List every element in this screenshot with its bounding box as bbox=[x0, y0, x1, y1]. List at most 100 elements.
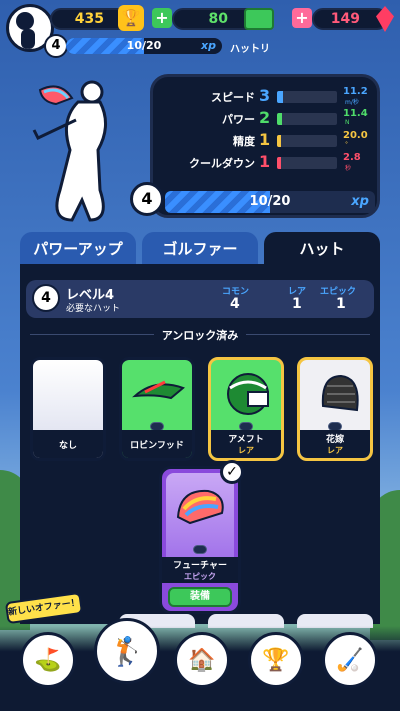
stats-xp-text: 10/20 bbox=[249, 194, 291, 209]
cash-icon bbox=[244, 8, 274, 30]
level-info-badge: 4 bbox=[32, 284, 60, 312]
trophy-icon: 🏆 bbox=[118, 5, 144, 31]
stat-unit: N bbox=[345, 119, 350, 126]
hat-name: ロビンフッド bbox=[130, 440, 184, 451]
unlocked-label: アンロック済み bbox=[0, 327, 400, 343]
hat-card-footer: 花嫁 レア bbox=[300, 430, 370, 458]
hat-card-bride[interactable]: 花嫁 レア bbox=[297, 357, 373, 461]
header-xp-bar: 10/20 xp bbox=[66, 38, 222, 54]
house-icon: 🏠 bbox=[188, 647, 216, 673]
level-info-subtitle: 必要なハット bbox=[66, 304, 121, 314]
hat-rarity: レア bbox=[327, 446, 343, 455]
stat-bar-fill bbox=[277, 135, 281, 147]
rainbow-cap-icon bbox=[176, 489, 224, 525]
hat-card-footer: アメフト レア bbox=[211, 430, 281, 458]
bride-veil-icon bbox=[321, 374, 359, 412]
hat-card-football[interactable]: アメフト レア bbox=[208, 357, 284, 461]
common-count: 4 bbox=[230, 296, 240, 312]
stat-max: 11.4 bbox=[343, 108, 368, 119]
hat-rarity: レア bbox=[238, 446, 254, 455]
level-info-row: 4 レベル4 必要なハット コモン 4 レア 1 エピック 1 bbox=[26, 280, 374, 318]
stat-label: クールダウン bbox=[189, 157, 255, 170]
tab-powerup[interactable]: パワーアップ bbox=[20, 232, 136, 264]
selected-hat-footer: フューチャー エピック bbox=[162, 557, 238, 583]
selected-hat-card[interactable]: フューチャー エピック 装備 bbox=[159, 466, 241, 614]
stat-unit: ° bbox=[345, 141, 348, 148]
stats-xp-bar: 10/20 xp bbox=[165, 191, 375, 213]
stat-bar bbox=[277, 113, 337, 125]
stat-value: 1 bbox=[259, 130, 271, 149]
selected-hat-name: フューチャー bbox=[173, 561, 227, 571]
nav-trophies[interactable]: 🏆 bbox=[248, 632, 304, 688]
new-offer-label: 新しいオファー！ bbox=[7, 598, 81, 618]
rare-count: 1 bbox=[292, 296, 302, 312]
nav-clubs[interactable]: 🏑 bbox=[322, 632, 378, 688]
stats-panel: スピード 3 11.2 m/秒パワー 2 11.4 N 精度 1 20.0 ° クールダウン 1 2.8 秒… bbox=[150, 74, 380, 218]
selected-hat-rarity: エピック bbox=[184, 572, 216, 581]
hat-screen: 435 🏆 + 80 + 149 4 10/20 xp ハットリ スピード 3 11… bbox=[0, 0, 400, 711]
stat-row: クールダウン 1 2.8 秒 bbox=[153, 152, 383, 173]
header-xp-text: 10/20 bbox=[126, 39, 162, 52]
player-name: ハットリ bbox=[230, 44, 270, 55]
nav-clubhouse[interactable]: 🏠 bbox=[174, 632, 230, 688]
tab-hat[interactable]: ハット bbox=[264, 232, 380, 264]
add-cash-icon[interactable]: + bbox=[152, 8, 172, 28]
hat-card-footer: なし bbox=[33, 430, 103, 458]
stat-max: 11.2 bbox=[343, 86, 368, 97]
stat-max: 20.0 bbox=[343, 130, 368, 141]
nav-courses[interactable]: ⛳ bbox=[20, 632, 76, 688]
stat-row: パワー 2 11.4 N bbox=[153, 108, 383, 129]
tab-hat-label: ハット bbox=[299, 239, 345, 258]
golfer-preview bbox=[32, 80, 107, 222]
equip-button[interactable]: 装備 bbox=[168, 587, 232, 607]
cash-count: 80 bbox=[208, 11, 228, 27]
top-bar: 435 🏆 + 80 + 149 4 10/20 xp ハットリ bbox=[0, 0, 400, 60]
stat-bar-fill bbox=[277, 91, 283, 103]
stat-label: パワー bbox=[222, 113, 255, 126]
trophy-count: 435 bbox=[74, 11, 104, 27]
stat-value: 3 bbox=[259, 86, 271, 105]
stat-unit: m/秒 bbox=[345, 99, 359, 106]
robinhood-hat-icon bbox=[132, 380, 185, 400]
hat-card-robinhood[interactable]: ロビンフッド bbox=[119, 357, 195, 461]
add-gems-icon[interactable]: + bbox=[292, 8, 312, 28]
gem-count: 149 bbox=[330, 11, 360, 27]
unlocked-label-text: アンロック済み bbox=[153, 329, 247, 342]
epic-count: 1 bbox=[336, 296, 346, 312]
header-xp-unit: xp bbox=[201, 39, 216, 52]
stat-bar-fill bbox=[277, 113, 282, 125]
tab-golfer-label: ゴルファー bbox=[162, 239, 238, 258]
nav-golfer[interactable]: 🏌 bbox=[94, 618, 160, 684]
stat-bar-fill bbox=[277, 157, 281, 169]
flag-icon: ⛳ bbox=[34, 647, 62, 673]
hat-card-none[interactable]: なし bbox=[30, 357, 106, 461]
hat-card-indicator bbox=[193, 545, 207, 554]
stat-value: 2 bbox=[259, 108, 271, 127]
stat-row: 精度 1 20.0 ° bbox=[153, 130, 383, 151]
equip-label: 装備 bbox=[190, 591, 210, 602]
hat-name: なし bbox=[58, 440, 77, 451]
stat-label: スピード bbox=[211, 91, 255, 104]
golfer-icon: 🏌 bbox=[109, 634, 145, 668]
hat-name: アメフト bbox=[228, 435, 264, 445]
hat-name: 花嫁 bbox=[325, 435, 344, 445]
trophy-nav-icon: 🏆 bbox=[262, 647, 290, 673]
stat-bar bbox=[277, 135, 337, 147]
stats-xp-unit: xp bbox=[351, 194, 369, 209]
stat-max: 2.8 bbox=[343, 152, 361, 163]
stat-unit: 秒 bbox=[345, 165, 352, 172]
gem-counter: 149 bbox=[312, 8, 388, 30]
football-helmet-icon bbox=[227, 373, 269, 415]
checkmark-icon: ✓ bbox=[220, 460, 244, 484]
tab-golfer[interactable]: ゴルファー bbox=[142, 232, 258, 264]
header-level-badge: 4 bbox=[44, 34, 68, 58]
stats-level-badge: 4 bbox=[130, 182, 164, 216]
stat-row: スピード 3 11.2 m/秒 bbox=[153, 86, 383, 107]
stat-label: 精度 bbox=[233, 135, 255, 148]
hat-card-footer: ロビンフッド bbox=[122, 430, 192, 458]
stat-bar bbox=[277, 157, 337, 169]
tab-powerup-label: パワーアップ bbox=[33, 239, 123, 258]
golf-clubs-icon: 🏑 bbox=[336, 647, 364, 673]
stat-value: 1 bbox=[259, 152, 271, 171]
stat-bar bbox=[277, 91, 337, 103]
